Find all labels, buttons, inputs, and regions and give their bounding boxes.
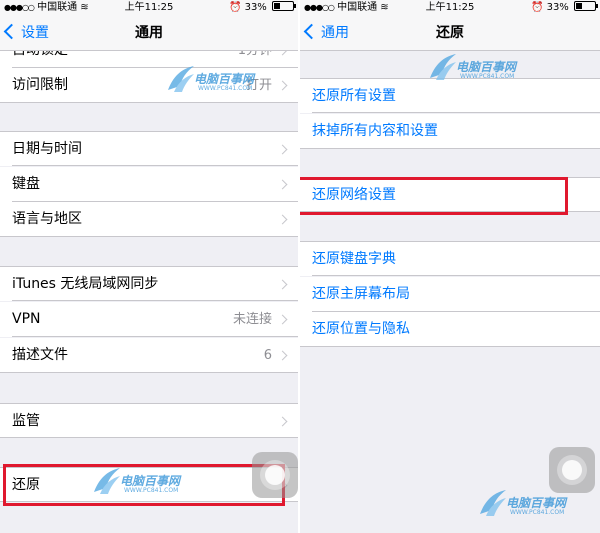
reset-keyboard-dictionary-button[interactable]: 还原键盘字典	[300, 241, 600, 276]
chevron-right-icon	[277, 80, 288, 91]
settings-row-language-region[interactable]: 语言与地区	[0, 202, 298, 237]
status-bar-overlay: ●●●○○ 中国联通 ≋ 上午11:25 ⏰ 33%	[0, 0, 298, 16]
row-label: 还原	[12, 477, 40, 493]
erase-all-content-button[interactable]: 抹掉所有内容和设置	[300, 114, 600, 149]
battery-icon	[574, 1, 598, 11]
row-label: 抹掉所有内容和设置	[312, 123, 438, 139]
reset-network-settings-button[interactable]: 还原网络设置	[300, 177, 600, 212]
reset-settings-screen: ●●●○○ 中国联通 ≋ 上午11:25 ⏰ 33% 通用 还原 还原所有设置 …	[300, 0, 600, 533]
wing-logo-icon	[480, 490, 506, 516]
chevron-right-icon	[277, 279, 288, 290]
row-label: 还原主屏幕布局	[312, 286, 410, 302]
settings-row-keyboard[interactable]: 键盘	[0, 167, 298, 202]
settings-row-supervision[interactable]: 监管	[0, 403, 298, 438]
alarm-icon: ⏰	[228, 2, 242, 13]
settings-row-date-time[interactable]: 日期与时间	[0, 131, 298, 166]
reset-all-settings-button[interactable]: 还原所有设置	[300, 78, 600, 113]
assistive-touch-button[interactable]	[252, 452, 298, 498]
row-label: 语言与地区	[12, 211, 82, 227]
watermark: 电脑百事网 WWW.PC841.COM	[478, 488, 598, 524]
row-value: 打开	[245, 78, 272, 93]
watermark-text: 电脑百事网	[456, 60, 517, 74]
navigation-bar-overlay: 设置 通用	[0, 16, 298, 51]
row-label: 还原位置与隐私	[312, 321, 410, 337]
battery-percent: 33%	[546, 2, 569, 13]
page-title: 通用	[135, 25, 163, 41]
chevron-right-icon	[277, 214, 288, 225]
battery-percent: 33%	[244, 2, 267, 13]
chevron-right-icon	[277, 416, 288, 427]
chevron-right-icon	[277, 314, 288, 325]
chevron-right-icon	[277, 179, 288, 190]
row-label: 访问限制	[12, 77, 68, 93]
row-label: 键盘	[12, 176, 40, 192]
battery-icon	[272, 1, 296, 11]
chevron-right-icon	[277, 144, 288, 155]
general-settings-screen: ●●●○○ 中国联通 ≋ 上午11:25 ⏰ 33% 设置 通用 自动锁定 1分…	[0, 0, 298, 533]
row-value: 未连接	[232, 312, 272, 327]
settings-row-restrictions[interactable]: 访问限制 打开	[0, 68, 298, 103]
status-bar: ●●●○○ 中国联通 ≋ 上午11:25 ⏰ 33%	[300, 0, 600, 16]
reset-location-privacy-button[interactable]: 还原位置与隐私	[300, 312, 600, 347]
watermark-text: 电脑百事网	[506, 496, 567, 510]
row-label: 日期与时间	[12, 141, 82, 157]
settings-row-profiles[interactable]: 描述文件 6	[0, 338, 298, 373]
page-title: 还原	[436, 25, 464, 41]
watermark-subtext: WWW.PC841.COM	[510, 509, 565, 516]
navigation-bar: 通用 还原	[300, 16, 600, 51]
row-value: 6	[263, 348, 272, 363]
settings-row-itunes-wifi-sync[interactable]: iTunes 无线局域网同步	[0, 266, 298, 301]
assistive-touch-button[interactable]	[549, 447, 595, 493]
row-label: 还原所有设置	[312, 88, 396, 104]
row-label: 还原键盘字典	[312, 251, 396, 267]
row-label: 描述文件	[12, 347, 68, 363]
row-label: VPN	[12, 311, 41, 327]
reset-home-screen-layout-button[interactable]: 还原主屏幕布局	[300, 277, 600, 312]
row-label: iTunes 无线局域网同步	[12, 276, 159, 292]
row-label: 监管	[12, 413, 40, 429]
alarm-icon: ⏰	[530, 2, 544, 13]
settings-row-vpn[interactable]: VPN 未连接	[0, 302, 298, 337]
chevron-right-icon	[277, 350, 288, 361]
row-label: 还原网络设置	[312, 187, 396, 203]
